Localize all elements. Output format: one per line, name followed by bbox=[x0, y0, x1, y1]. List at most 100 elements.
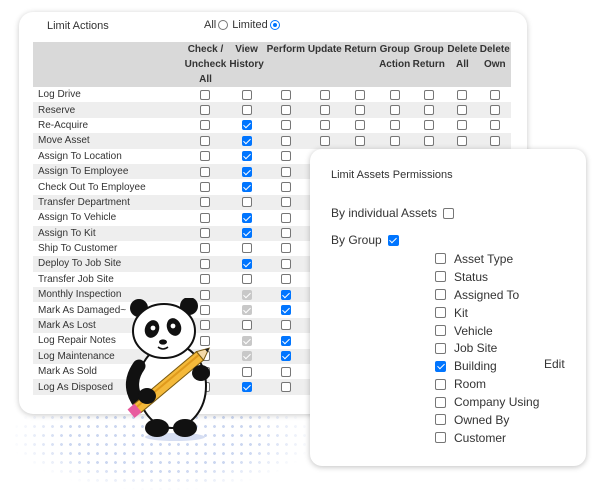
permission-checkbox[interactable] bbox=[319, 104, 330, 115]
permission-checkbox[interactable] bbox=[280, 289, 291, 300]
by-group-checkbox[interactable] bbox=[387, 234, 399, 246]
permission-checkbox[interactable] bbox=[355, 104, 366, 115]
permission-checkbox[interactable] bbox=[200, 135, 211, 146]
permission-checkbox[interactable] bbox=[241, 243, 252, 254]
permission-checkbox[interactable] bbox=[241, 181, 252, 192]
permission-checkbox[interactable] bbox=[241, 274, 252, 285]
table-cell bbox=[265, 287, 306, 302]
permission-checkbox[interactable] bbox=[280, 151, 291, 162]
table-cell bbox=[183, 210, 228, 225]
permission-checkbox[interactable] bbox=[241, 135, 252, 146]
permission-checkbox[interactable] bbox=[489, 89, 500, 100]
permission-checkbox[interactable] bbox=[241, 381, 252, 392]
table-cell bbox=[265, 272, 306, 287]
permission-checkbox[interactable] bbox=[423, 104, 434, 115]
permission-checkbox[interactable] bbox=[241, 258, 252, 269]
permission-checkbox[interactable] bbox=[200, 166, 211, 177]
permission-checkbox[interactable] bbox=[200, 104, 211, 115]
permission-checkbox[interactable] bbox=[280, 366, 291, 377]
permission-checkbox[interactable] bbox=[280, 212, 291, 223]
permission-checkbox[interactable] bbox=[389, 104, 400, 115]
permission-checkbox[interactable] bbox=[280, 274, 291, 285]
permission-checkbox[interactable] bbox=[423, 120, 434, 131]
permission-checkbox[interactable] bbox=[355, 120, 366, 131]
group-checkbox[interactable] bbox=[435, 271, 446, 283]
permission-checkbox[interactable] bbox=[319, 89, 330, 100]
group-checkbox[interactable] bbox=[435, 360, 446, 372]
permission-checkbox[interactable] bbox=[389, 89, 400, 100]
group-item: Assigned To bbox=[435, 286, 539, 304]
permission-checkbox[interactable] bbox=[280, 228, 291, 239]
permission-checkbox[interactable] bbox=[200, 243, 211, 254]
permission-checkbox[interactable] bbox=[280, 381, 291, 392]
scope-all-radio[interactable] bbox=[218, 20, 229, 30]
scope-limited-radio[interactable] bbox=[269, 20, 280, 30]
table-cell bbox=[378, 87, 412, 102]
permission-checkbox[interactable] bbox=[355, 89, 366, 100]
permission-checkbox[interactable] bbox=[241, 151, 252, 162]
permission-checkbox[interactable] bbox=[389, 120, 400, 131]
permission-checkbox[interactable] bbox=[280, 335, 291, 346]
group-checkbox[interactable] bbox=[435, 378, 446, 390]
permission-checkbox[interactable] bbox=[200, 120, 211, 131]
permission-checkbox[interactable] bbox=[280, 258, 291, 269]
table-cell bbox=[446, 133, 478, 148]
group-checkbox[interactable] bbox=[435, 342, 446, 354]
permission-checkbox[interactable] bbox=[319, 135, 330, 146]
group-checkbox[interactable] bbox=[435, 325, 446, 336]
group-checkbox[interactable] bbox=[435, 289, 446, 301]
permission-checkbox[interactable] bbox=[489, 104, 500, 115]
group-checkbox[interactable] bbox=[435, 432, 446, 444]
permission-checkbox[interactable] bbox=[457, 104, 468, 115]
permission-checkbox[interactable] bbox=[280, 181, 291, 192]
permission-checkbox[interactable] bbox=[200, 258, 211, 269]
table-cell bbox=[343, 118, 378, 133]
permission-checkbox[interactable] bbox=[200, 228, 211, 239]
permission-checkbox[interactable] bbox=[200, 181, 211, 192]
group-checkbox[interactable] bbox=[435, 307, 446, 319]
permission-checkbox[interactable] bbox=[280, 120, 291, 131]
permission-checkbox[interactable] bbox=[241, 104, 252, 115]
permission-checkbox[interactable] bbox=[200, 151, 211, 162]
table-row: Reserve bbox=[33, 102, 511, 118]
permission-checkbox[interactable] bbox=[241, 320, 252, 331]
permission-checkbox[interactable] bbox=[489, 120, 500, 131]
permission-checkbox[interactable] bbox=[389, 135, 400, 146]
permission-checkbox[interactable] bbox=[200, 212, 211, 223]
permission-checkbox[interactable] bbox=[355, 135, 366, 146]
permission-checkbox[interactable] bbox=[489, 135, 500, 146]
group-checkbox[interactable] bbox=[435, 253, 446, 265]
permission-checkbox[interactable] bbox=[280, 104, 291, 115]
permission-checkbox[interactable] bbox=[200, 89, 211, 100]
permission-checkbox[interactable] bbox=[200, 274, 211, 285]
permission-checkbox[interactable] bbox=[241, 212, 252, 223]
permission-checkbox[interactable] bbox=[241, 366, 252, 377]
group-checkbox[interactable] bbox=[435, 396, 446, 408]
permission-checkbox[interactable] bbox=[241, 197, 252, 208]
by-individual-checkbox[interactable] bbox=[443, 207, 455, 219]
permission-checkbox[interactable] bbox=[457, 135, 468, 146]
permission-checkbox[interactable] bbox=[280, 166, 291, 177]
permission-checkbox[interactable] bbox=[200, 197, 211, 208]
table-cell bbox=[265, 149, 306, 164]
permission-checkbox[interactable] bbox=[241, 120, 252, 131]
permission-checkbox[interactable] bbox=[280, 320, 291, 331]
permission-checkbox[interactable] bbox=[280, 243, 291, 254]
permission-checkbox[interactable] bbox=[423, 135, 434, 146]
permission-checkbox[interactable] bbox=[241, 89, 252, 100]
edit-building-link[interactable]: Edit bbox=[544, 357, 565, 371]
permission-checkbox[interactable] bbox=[280, 305, 291, 316]
group-checkbox[interactable] bbox=[435, 414, 446, 426]
permission-checkbox[interactable] bbox=[319, 120, 330, 131]
permission-checkbox[interactable] bbox=[280, 197, 291, 208]
permission-checkbox[interactable] bbox=[423, 89, 434, 100]
permission-checkbox[interactable] bbox=[280, 89, 291, 100]
permission-checkbox[interactable] bbox=[280, 135, 291, 146]
permission-checkbox[interactable] bbox=[457, 89, 468, 100]
table-cell bbox=[183, 149, 228, 164]
table-cell bbox=[378, 118, 412, 133]
permission-checkbox[interactable] bbox=[241, 228, 252, 239]
permission-checkbox[interactable] bbox=[457, 120, 468, 131]
permission-checkbox[interactable] bbox=[280, 351, 291, 362]
permission-checkbox[interactable] bbox=[241, 166, 252, 177]
